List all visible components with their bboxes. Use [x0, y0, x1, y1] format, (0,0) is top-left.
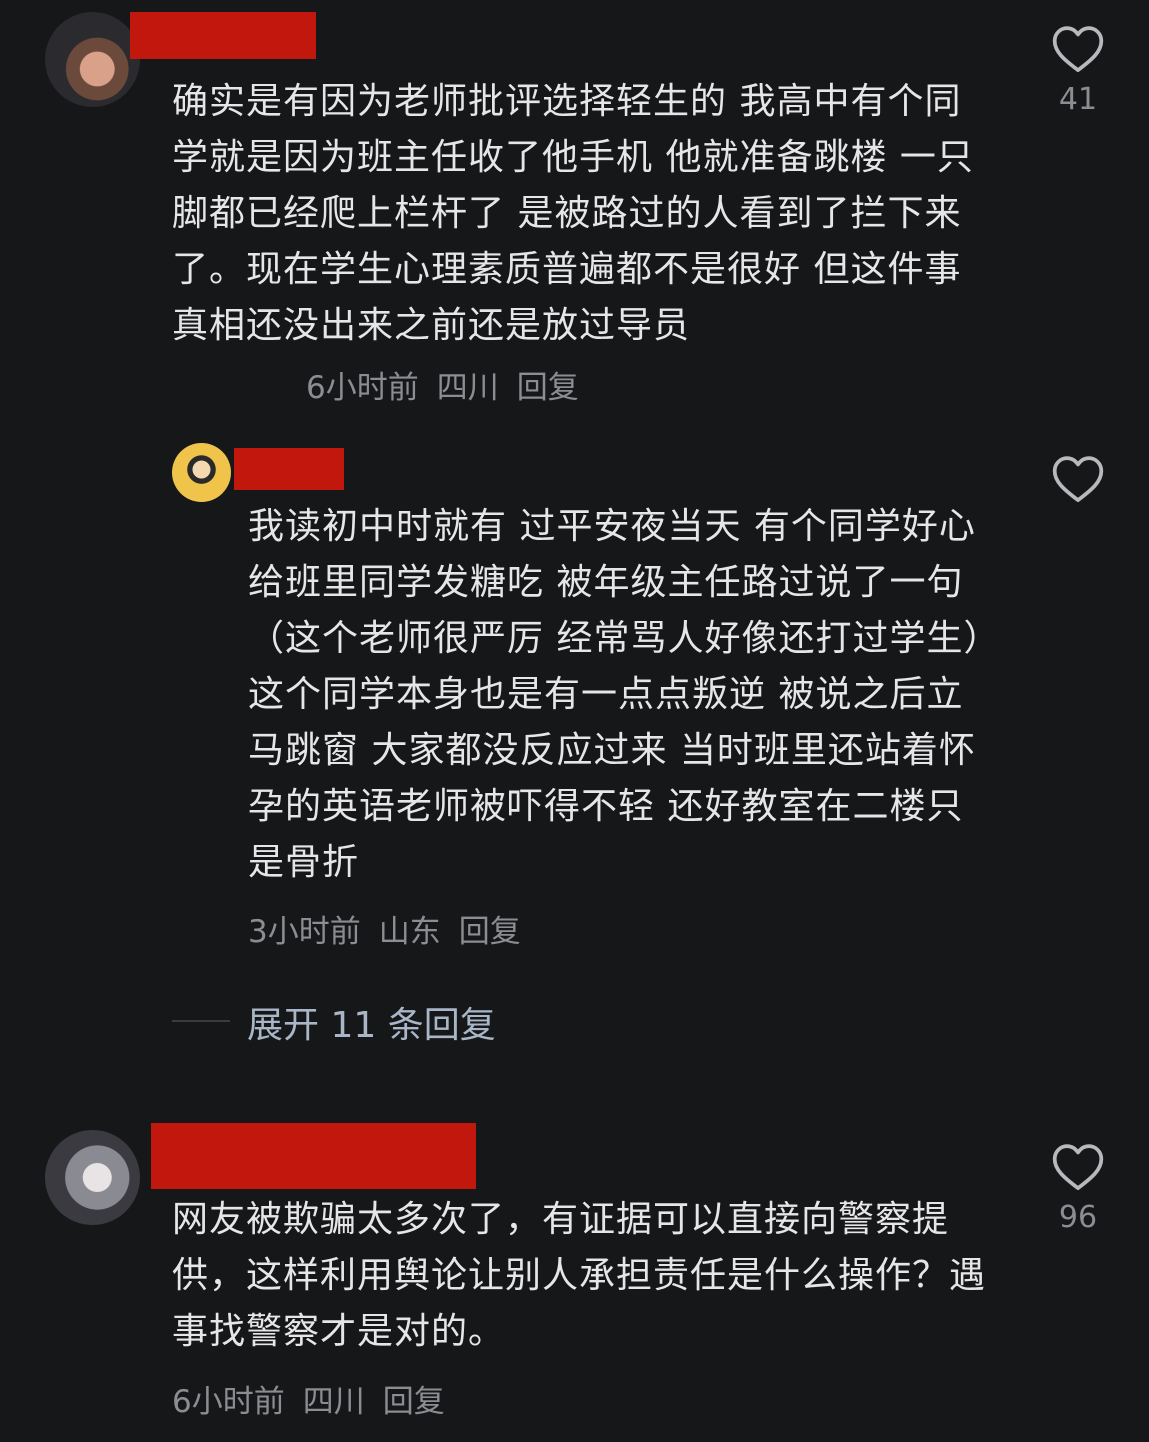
reply-button[interactable]: 回复 [517, 370, 579, 406]
reply-meta: 3小时前 山东 回复 [248, 906, 539, 951]
reply-button[interactable]: 回复 [383, 1384, 445, 1420]
like-count: 41 [1058, 82, 1098, 117]
username-redacted [234, 448, 344, 490]
expand-replies-link[interactable]: 展开 11 条回复 [247, 996, 496, 1048]
comment-location: 四川 [436, 370, 499, 406]
comment-text: 确实是有因为老师批评选择轻生的 我高中有个同学就是因为班主任收了他手机 他就准备… [172, 81, 974, 346]
avatar[interactable] [45, 1130, 140, 1225]
reply-location: 山东 [378, 914, 441, 950]
like-control[interactable]: 41 [1043, 22, 1113, 117]
reply-text: 我读初中时就有 过平安夜当天 有个同学好心给班里同学发糖吃 被年级主任路过说了一… [248, 506, 983, 883]
like-count: 96 [1058, 1200, 1098, 1235]
comment-text: 网友被欺骗太多次了，有证据可以直接向警察提供，这样利用舆论让别人承担责任是什么操… [172, 1199, 987, 1352]
avatar[interactable] [172, 443, 231, 502]
comment-meta: 6小时前 四川 回复 [306, 362, 597, 407]
reply-button[interactable]: 回复 [459, 914, 521, 950]
reply-time: 3小时前 [248, 914, 361, 950]
expand-divider [172, 1020, 230, 1022]
username-redacted [130, 12, 316, 59]
comment-time: 6小时前 [306, 370, 419, 406]
heart-icon[interactable] [1050, 452, 1106, 504]
comment-time: 6小时前 [172, 1384, 285, 1420]
comment-location: 四川 [302, 1384, 365, 1420]
heart-icon[interactable] [1050, 22, 1106, 74]
username-redacted [151, 1123, 476, 1189]
heart-icon[interactable] [1050, 1140, 1106, 1192]
like-control[interactable] [1043, 452, 1113, 508]
like-control[interactable]: 96 [1043, 1140, 1113, 1235]
comment-meta: 6小时前 四川 回复 [172, 1376, 463, 1421]
avatar[interactable] [45, 12, 140, 107]
